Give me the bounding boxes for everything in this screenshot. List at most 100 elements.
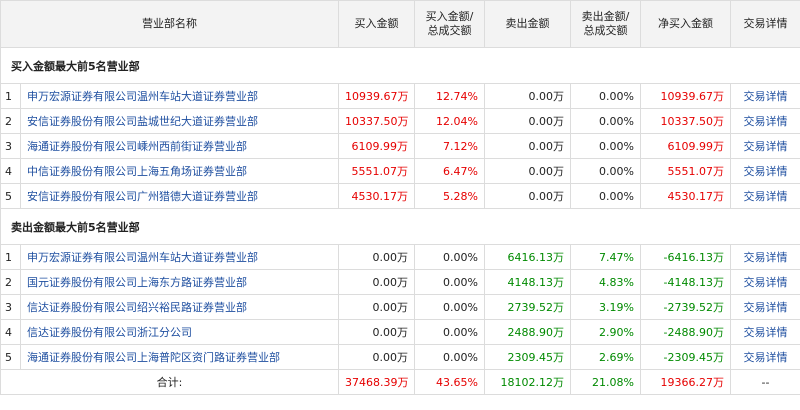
detail-link[interactable]: 交易详情 bbox=[744, 115, 788, 128]
sell-ratio: 0.00% bbox=[570, 158, 641, 184]
sell-ratio: 4.83% bbox=[570, 269, 641, 295]
buy-amount: 0.00万 bbox=[338, 319, 415, 345]
header-detail: 交易详情 bbox=[730, 0, 800, 48]
buy-ratio: 7.12% bbox=[414, 133, 485, 159]
detail-cell: 交易详情 bbox=[730, 319, 800, 345]
desk-name-link[interactable]: 安信证券股份有限公司盐城世纪大道证券营业部 bbox=[27, 115, 258, 128]
row-index: 4 bbox=[0, 319, 21, 345]
buy-ratio: 0.00% bbox=[414, 269, 485, 295]
table-header-row: 营业部名称 买入金额 买入金额/总成交额 卖出金额 卖出金额/总成交额 净买入金… bbox=[0, 0, 800, 48]
row-index: 2 bbox=[0, 108, 21, 134]
desk-name-link[interactable]: 申万宏源证券有限公司温州车站大道证券营业部 bbox=[27, 90, 258, 103]
buy-amount: 5551.07万 bbox=[338, 158, 415, 184]
desk-name-cell: 中信证券股份有限公司上海五角场证券营业部 bbox=[20, 158, 339, 184]
row-index: 4 bbox=[0, 158, 21, 184]
desk-name-link[interactable]: 国元证券股份有限公司上海东方路证券营业部 bbox=[27, 276, 247, 289]
sell-section-row: 卖出金额最大前5名营业部 bbox=[0, 208, 800, 245]
sell-amount: 0.00万 bbox=[484, 83, 571, 109]
detail-cell: 交易详情 bbox=[730, 183, 800, 209]
buy-amount: 0.00万 bbox=[338, 294, 415, 320]
buy-amount: 6109.99万 bbox=[338, 133, 415, 159]
header-sell: 卖出金额 bbox=[484, 0, 571, 48]
sell-amount: 6416.13万 bbox=[484, 244, 571, 270]
sell-ratio: 3.19% bbox=[570, 294, 641, 320]
total-label: 合计: bbox=[0, 369, 339, 395]
detail-cell: 交易详情 bbox=[730, 158, 800, 184]
row-index: 3 bbox=[0, 133, 21, 159]
desk-name-cell: 申万宏源证券有限公司温州车站大道证券营业部 bbox=[20, 244, 339, 270]
detail-link[interactable]: 交易详情 bbox=[744, 251, 788, 264]
header-name: 营业部名称 bbox=[0, 0, 339, 48]
sell-amount: 0.00万 bbox=[484, 183, 571, 209]
desk-name-link[interactable]: 海通证券股份有限公司嵊州西前街证券营业部 bbox=[27, 140, 247, 153]
detail-cell: 交易详情 bbox=[730, 133, 800, 159]
desk-name-link[interactable]: 信达证券股份有限公司浙江分公司 bbox=[27, 326, 192, 339]
table-row: 1 申万宏源证券有限公司温州车站大道证券营业部 0.00万 0.00% 6416.13万… bbox=[0, 244, 800, 270]
header-buy: 买入金额 bbox=[338, 0, 415, 48]
desk-name-cell: 安信证券股份有限公司盐城世纪大道证券营业部 bbox=[20, 108, 339, 134]
buy-ratio: 12.04% bbox=[414, 108, 485, 134]
detail-link[interactable]: 交易详情 bbox=[744, 351, 788, 364]
desk-name-cell: 信达证券股份有限公司绍兴裕民路证券营业部 bbox=[20, 294, 339, 320]
detail-link[interactable]: 交易详情 bbox=[744, 90, 788, 103]
detail-link[interactable]: 交易详情 bbox=[744, 326, 788, 339]
total-row: 合计: 37468.39万 43.65% 18102.12万 21.08% 19… bbox=[0, 369, 800, 395]
desk-name-link[interactable]: 信达证券股份有限公司绍兴裕民路证券营业部 bbox=[27, 301, 247, 314]
buy-ratio: 12.74% bbox=[414, 83, 485, 109]
table-row: 3 海通证券股份有限公司嵊州西前街证券营业部 6109.99万 7.12% 0.00万 0… bbox=[0, 133, 800, 159]
buy-ratio: 0.00% bbox=[414, 294, 485, 320]
buy-ratio: 6.47% bbox=[414, 158, 485, 184]
buy-ratio: 0.00% bbox=[414, 319, 485, 345]
sell-ratio: 2.69% bbox=[570, 344, 641, 370]
buy-ratio: 0.00% bbox=[414, 244, 485, 270]
desk-name-link[interactable]: 安信证券股份有限公司广州猎德大道证券营业部 bbox=[27, 190, 258, 203]
table-row: 3 信达证券股份有限公司绍兴裕民路证券营业部 0.00万 0.00% 2739.52万 3… bbox=[0, 294, 800, 320]
desk-name-link[interactable]: 海通证券股份有限公司上海普陀区资门路证券营业部 bbox=[27, 351, 280, 364]
sell-ratio: 7.47% bbox=[570, 244, 641, 270]
row-index: 5 bbox=[0, 344, 21, 370]
desk-name-cell: 国元证券股份有限公司上海东方路证券营业部 bbox=[20, 269, 339, 295]
table-row: 2 安信证券股份有限公司盐城世纪大道证券营业部 10337.50万 12.04% 0.0… bbox=[0, 108, 800, 134]
detail-link[interactable]: 交易详情 bbox=[744, 276, 788, 289]
total-buy-ratio: 43.65% bbox=[414, 369, 485, 395]
detail-cell: 交易详情 bbox=[730, 344, 800, 370]
desk-name-cell: 海通证券股份有限公司上海普陀区资门路证券营业部 bbox=[20, 344, 339, 370]
buy-amount: 0.00万 bbox=[338, 244, 415, 270]
header-buy-ratio-line2: 总成交额 bbox=[427, 24, 472, 37]
detail-link[interactable]: 交易详情 bbox=[744, 140, 788, 153]
buy-section-row: 买入金额最大前5名营业部 bbox=[0, 47, 800, 84]
table-row: 4 中信证券股份有限公司上海五角场证券营业部 5551.07万 6.47% 0.00万 0… bbox=[0, 158, 800, 184]
detail-cell: 交易详情 bbox=[730, 108, 800, 134]
total-sell-ratio: 21.08% bbox=[570, 369, 641, 395]
net-amount: 5551.07万 bbox=[640, 158, 731, 184]
net-amount: 6109.99万 bbox=[640, 133, 731, 159]
buy-amount: 0.00万 bbox=[338, 269, 415, 295]
detail-cell: 交易详情 bbox=[730, 83, 800, 109]
sell-amount: 2309.45万 bbox=[484, 344, 571, 370]
header-buy-ratio: 买入金额/总成交额 bbox=[414, 0, 485, 48]
detail-link[interactable]: 交易详情 bbox=[744, 190, 788, 203]
desk-name-link[interactable]: 中信证券股份有限公司上海五角场证券营业部 bbox=[27, 165, 247, 178]
trading-desk-table: 营业部名称 买入金额 买入金额/总成交额 卖出金额 卖出金额/总成交额 净买入金… bbox=[0, 0, 800, 395]
sell-rows: 1 申万宏源证券有限公司温州车站大道证券营业部 0.00万 0.00% 6416.13万… bbox=[0, 244, 800, 370]
net-amount: 4530.17万 bbox=[640, 183, 731, 209]
desk-name-cell: 安信证券股份有限公司广州猎德大道证券营业部 bbox=[20, 183, 339, 209]
buy-ratio: 5.28% bbox=[414, 183, 485, 209]
buy-ratio: 0.00% bbox=[414, 344, 485, 370]
detail-link[interactable]: 交易详情 bbox=[744, 165, 788, 178]
header-net: 净买入金额 bbox=[640, 0, 731, 48]
total-sell: 18102.12万 bbox=[484, 369, 571, 395]
buy-rows: 1 申万宏源证券有限公司温州车站大道证券营业部 10939.67万 12.74% 0.0… bbox=[0, 83, 800, 209]
sell-amount: 4148.13万 bbox=[484, 269, 571, 295]
sell-section-title: 卖出金额最大前5名营业部 bbox=[0, 208, 800, 245]
buy-amount: 4530.17万 bbox=[338, 183, 415, 209]
detail-link[interactable]: 交易详情 bbox=[744, 301, 788, 314]
desk-name-link[interactable]: 申万宏源证券有限公司温州车站大道证券营业部 bbox=[27, 251, 258, 264]
net-amount: 10337.50万 bbox=[640, 108, 731, 134]
header-sell-ratio-line1: 卖出金额/ bbox=[581, 10, 630, 23]
net-amount: 10939.67万 bbox=[640, 83, 731, 109]
sell-ratio: 0.00% bbox=[570, 183, 641, 209]
buy-amount: 10939.67万 bbox=[338, 83, 415, 109]
row-index: 1 bbox=[0, 83, 21, 109]
total-detail: -- bbox=[730, 369, 800, 395]
